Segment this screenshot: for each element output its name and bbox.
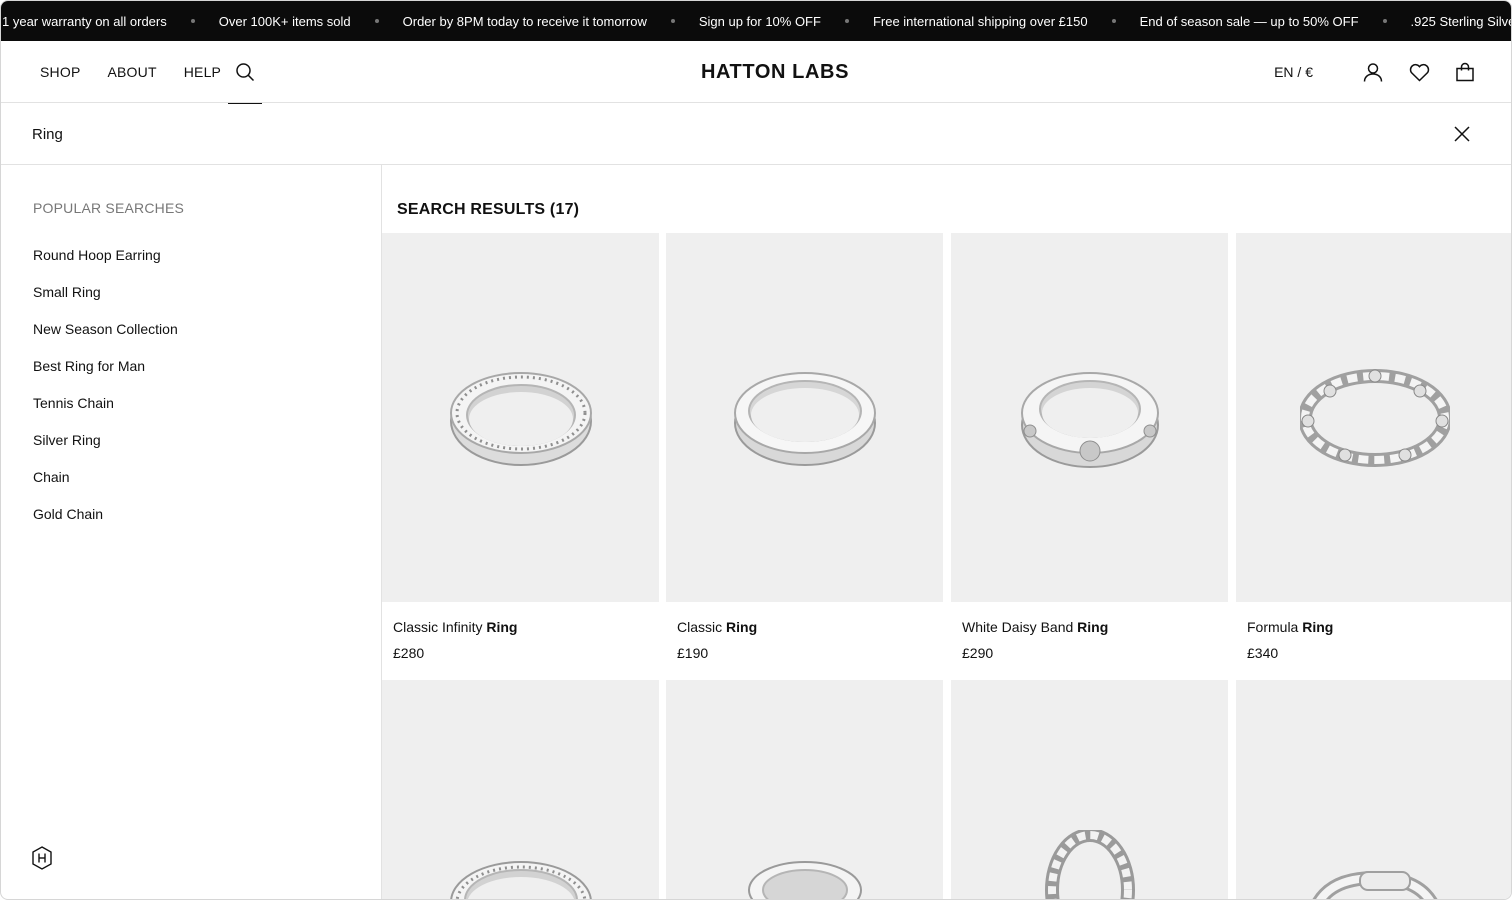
bag-icon [1456, 62, 1474, 82]
product-name-prefix: White Daisy Band [962, 619, 1078, 635]
product-image[interactable] [1236, 680, 1511, 899]
popular-search-item[interactable]: Tennis Chain [33, 394, 178, 431]
product-name-prefix: Formula [1247, 619, 1303, 635]
product-card[interactable] [1236, 680, 1511, 899]
separator-dot-icon [670, 19, 675, 23]
wishlist-button[interactable] [1407, 60, 1431, 84]
popular-search-item[interactable]: New Season Collection [33, 320, 178, 357]
header-tools: EN / € [1274, 41, 1477, 103]
product-price: £190 [677, 645, 709, 661]
separator-dot-icon [1382, 19, 1387, 23]
product-name[interactable]: Formula Ring [1247, 619, 1511, 637]
product-name[interactable]: White Daisy Band Ring [962, 619, 1228, 637]
popular-search-item[interactable]: Round Hoop Earring [33, 246, 178, 283]
search-bar [1, 103, 1511, 165]
announcement-item: Sign up for 10% OFF [698, 13, 821, 29]
signet-ring-image-icon [747, 861, 862, 899]
account-button[interactable] [1361, 60, 1385, 84]
announcement-bar: 1 year warranty on all orders Over 100K+… [1, 1, 1512, 41]
product-card[interactable]: White Daisy Band Ring £290 [951, 233, 1228, 661]
separator-dot-icon [190, 19, 195, 23]
product-image[interactable] [951, 680, 1228, 899]
ring-image-icon [449, 861, 592, 899]
site-header: SHOP ABOUT HELP HATTON LABS EN / € [1, 41, 1511, 104]
announcement-ticker: 1 year warranty on all orders Over 100K+… [2, 1, 1512, 41]
product-price: £280 [393, 645, 425, 661]
popular-search-item[interactable]: Best Ring for Man [33, 357, 178, 394]
product-name-match: Ring [726, 619, 758, 635]
user-icon [1363, 63, 1383, 82]
product-card[interactable] [382, 680, 659, 899]
popular-searches-title: POPULAR SEARCHES [33, 200, 185, 216]
link-ring-image-icon [1312, 870, 1437, 899]
chain-ring-image-icon [1299, 368, 1450, 467]
product-price: £340 [1247, 645, 1279, 661]
announcement-item: Order by 8PM today to receive it tomorro… [402, 13, 647, 29]
ring-image-icon [1020, 371, 1159, 468]
product-name[interactable]: Classic Ring [677, 619, 943, 637]
popular-search-item[interactable]: Small Ring [33, 283, 178, 320]
search-results-title: SEARCH RESULTS (17) [397, 201, 580, 218]
separator-dot-icon [844, 19, 849, 23]
popular-search-item[interactable]: Silver Ring [33, 431, 178, 468]
announcement-item: .925 Sterling Silver [1410, 13, 1512, 29]
brand-monogram-icon [32, 846, 52, 870]
announcement-item: Over 100K+ items sold [218, 13, 351, 29]
heart-icon [1409, 63, 1429, 82]
browser-page: 1 year warranty on all orders Over 100K+… [0, 0, 1512, 900]
search-input[interactable] [32, 119, 1412, 149]
eternity-ring-image-icon [1044, 830, 1135, 899]
announcement-item: End of season sale — up to 50% OFF [1139, 13, 1359, 29]
product-card[interactable] [951, 680, 1228, 899]
product-price: £290 [962, 645, 994, 661]
popular-searches-list: Round Hoop Earring Small Ring New Season… [33, 246, 178, 542]
product-image[interactable] [666, 233, 943, 602]
language-currency-selector[interactable]: EN / € [1274, 64, 1313, 80]
product-card[interactable]: Classic Infinity Ring £280 [382, 233, 659, 661]
popular-search-item[interactable]: Chain [33, 468, 178, 505]
product-name-match: Ring [486, 619, 518, 635]
separator-dot-icon [374, 19, 379, 23]
product-image[interactable] [666, 680, 943, 899]
product-card[interactable] [666, 680, 943, 899]
cart-button[interactable] [1453, 60, 1477, 84]
close-icon [1454, 126, 1470, 142]
ring-image-icon [733, 371, 876, 466]
announcement-item: Free international shipping over £150 [872, 13, 1088, 29]
announcement-item: 1 year warranty on all orders [2, 13, 167, 29]
popular-searches-panel: POPULAR SEARCHES Round Hoop Earring Smal… [1, 165, 382, 899]
separator-dot-icon [1111, 19, 1116, 23]
ring-image-icon [449, 371, 592, 466]
product-name[interactable]: Classic Infinity Ring [393, 619, 659, 637]
product-image[interactable] [382, 233, 659, 602]
product-name-prefix: Classic [677, 619, 727, 635]
close-search-button[interactable] [1451, 123, 1473, 145]
search-results: SEARCH RESULTS (17) Classic Infinity Rin… [382, 165, 1511, 899]
popular-search-item[interactable]: Gold Chain [33, 505, 178, 542]
product-card[interactable]: Classic Ring £190 [666, 233, 943, 661]
product-name-match: Ring [1077, 619, 1109, 635]
product-card[interactable]: Formula Ring £340 [1236, 233, 1511, 661]
product-image[interactable] [1236, 233, 1511, 602]
product-name-prefix: Classic Infinity [393, 619, 487, 635]
product-image[interactable] [951, 233, 1228, 602]
product-name-match: Ring [1302, 619, 1334, 635]
product-image[interactable] [382, 680, 659, 899]
